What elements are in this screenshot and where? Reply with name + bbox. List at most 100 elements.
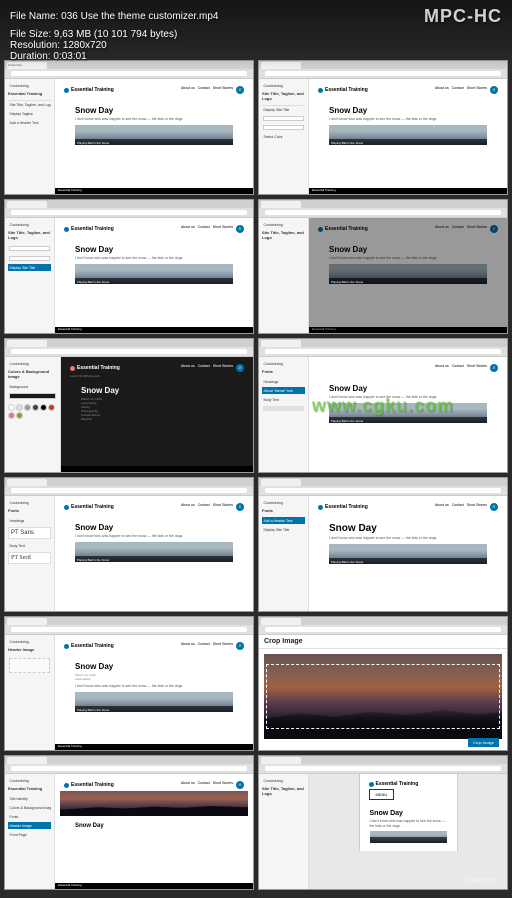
nav-about[interactable]: About us — [181, 86, 195, 94]
font-sample-sans[interactable]: PT Sans — [8, 527, 51, 539]
nav-contact[interactable]: Contact — [198, 642, 210, 650]
search-icon[interactable]: ⌕ — [236, 225, 244, 233]
swatch-pink[interactable] — [8, 412, 15, 419]
swatch-red[interactable] — [48, 404, 55, 411]
current-color[interactable] — [9, 393, 56, 399]
nav-stories[interactable]: Short Stories — [467, 364, 487, 372]
nav-stories[interactable]: Short Stories — [467, 225, 487, 233]
browser-tab[interactable] — [7, 340, 47, 347]
swatch-grey[interactable] — [16, 404, 23, 411]
search-icon[interactable]: ⌕ — [490, 364, 498, 372]
url-bar[interactable] — [265, 766, 501, 771]
image-dropzone[interactable] — [9, 658, 50, 673]
nav-stories[interactable]: Short Stories — [213, 781, 233, 789]
url-bar[interactable] — [11, 627, 247, 632]
url-bar[interactable] — [11, 349, 247, 354]
display-tagline-toggle[interactable]: Display Tagline — [8, 111, 51, 118]
menu-colors[interactable]: Colors & Background Image — [8, 804, 51, 811]
about-text-highlight[interactable]: About "theme" font — [262, 387, 305, 394]
browser-tab[interactable] — [261, 618, 301, 625]
customizer-sidebar[interactable]: Customizing Site Title, Tagline, and Log… — [259, 79, 309, 194]
text-input[interactable] — [9, 246, 50, 251]
search-icon[interactable]: ⌕ — [236, 781, 244, 789]
nav-stories[interactable]: Short Stories — [213, 503, 233, 511]
url-bar[interactable] — [265, 71, 501, 76]
customizer-sidebar[interactable]: Customizing Fonts Add a Header Text Disp… — [259, 496, 309, 611]
font-select[interactable] — [263, 406, 304, 411]
nav-stories[interactable]: Short Stories — [213, 225, 233, 233]
browser-tab[interactable] — [261, 340, 301, 347]
browser-tab[interactable] — [7, 479, 47, 486]
search-icon[interactable]: ⌕ — [236, 503, 244, 511]
customizer-sidebar[interactable]: Customizing Site Title, Tagline, and Log… — [5, 218, 55, 333]
url-bar[interactable] — [11, 488, 247, 493]
active-option[interactable]: Display Site Title — [8, 264, 51, 271]
select-color-btn[interactable]: Select Color — [262, 133, 305, 140]
nav-stories[interactable]: Short Stories — [213, 86, 233, 94]
nav-contact[interactable]: Contact — [452, 86, 464, 94]
menu-header-img[interactable]: Header Image — [8, 822, 51, 829]
search-icon[interactable]: ⌕ — [490, 225, 498, 233]
browser-tab[interactable] — [7, 618, 47, 625]
text-input-2[interactable] — [263, 125, 304, 130]
nav-about[interactable]: About us — [435, 86, 449, 94]
search-icon[interactable]: ⌕ — [236, 86, 244, 94]
nav-about[interactable]: About us — [435, 364, 449, 372]
search-icon[interactable]: ⌕ — [490, 503, 498, 511]
crop-button[interactable]: Crop Image — [468, 738, 499, 747]
browser-tab[interactable] — [7, 757, 47, 764]
display-site-title[interactable]: Display Site Title — [262, 105, 305, 113]
swatch-white[interactable] — [8, 404, 15, 411]
nav-stories[interactable]: Short Stories — [467, 86, 487, 94]
nav-about[interactable]: About us — [435, 503, 449, 511]
nav-stories[interactable]: Short Stories — [213, 364, 233, 372]
header-text-option[interactable]: Add a Header Text — [8, 120, 51, 127]
customizer-sidebar[interactable]: Customizing Fonts Headings About "theme"… — [259, 357, 309, 472]
text-input[interactable] — [263, 116, 304, 121]
nav-about[interactable]: About us — [181, 503, 195, 511]
swatch-green[interactable] — [16, 412, 23, 419]
swatch-mid[interactable] — [24, 404, 31, 411]
nav-contact[interactable]: Contact — [198, 503, 210, 511]
swatch-dark[interactable] — [32, 404, 39, 411]
header-text-active[interactable]: Add a Header Text — [262, 517, 305, 524]
nav-about[interactable]: About us — [181, 364, 195, 372]
customizer-sidebar[interactable]: Customizing Colors & Background Image Ba… — [5, 357, 61, 472]
swatch-black[interactable] — [40, 404, 47, 411]
search-icon[interactable]: ⌕ — [236, 642, 244, 650]
browser-tab[interactable] — [261, 201, 301, 208]
nav-contact[interactable]: Contact — [452, 503, 464, 511]
browser-tab[interactable] — [7, 201, 47, 208]
url-bar[interactable] — [265, 488, 501, 493]
url-bar[interactable] — [265, 349, 501, 354]
url-bar[interactable] — [265, 210, 501, 215]
nav-stories[interactable]: Short Stories — [213, 642, 233, 650]
url-bar[interactable] — [11, 71, 247, 76]
display-title[interactable]: Display Site Title — [262, 526, 305, 533]
menu-button[interactable]: MENU — [369, 789, 395, 800]
customizer-sidebar[interactable]: Customizing Essential Training Site Iden… — [5, 774, 55, 889]
nav-about[interactable]: About us — [181, 642, 195, 650]
search-icon[interactable]: ⌕ — [236, 364, 244, 372]
nav-contact[interactable]: Contact — [198, 781, 210, 789]
customizer-sidebar[interactable]: Customizing Site Title, Tagline, and Log… — [259, 774, 309, 889]
url-bar[interactable] — [11, 210, 247, 215]
customizer-sidebar[interactable]: Customizing Site Title, Tagline, and Log… — [259, 218, 309, 333]
url-bar[interactable] — [265, 627, 501, 632]
browser-tab[interactable] — [261, 479, 301, 486]
customizer-sidebar[interactable]: Customizing Header Image — [5, 635, 55, 750]
nav-contact[interactable]: Contact — [198, 364, 210, 372]
nav-about[interactable]: About us — [435, 225, 449, 233]
nav-contact[interactable]: Contact — [198, 225, 210, 233]
nav-about[interactable]: About us — [181, 781, 195, 789]
nav-contact[interactable]: Contact — [198, 86, 210, 94]
menu-site-identity[interactable]: Site Identity — [8, 795, 51, 802]
search-icon[interactable]: ⌕ — [490, 86, 498, 94]
crop-image-area[interactable] — [264, 654, 502, 739]
customizer-sidebar[interactable]: Customizing Essential Training Site Titl… — [5, 79, 55, 194]
menu-more[interactable]: Front Page — [8, 831, 51, 838]
crop-handle[interactable] — [266, 664, 500, 729]
browser-tab[interactable] — [261, 757, 301, 764]
nav-stories[interactable]: Short Stories — [467, 503, 487, 511]
nav-contact[interactable]: Contact — [452, 225, 464, 233]
